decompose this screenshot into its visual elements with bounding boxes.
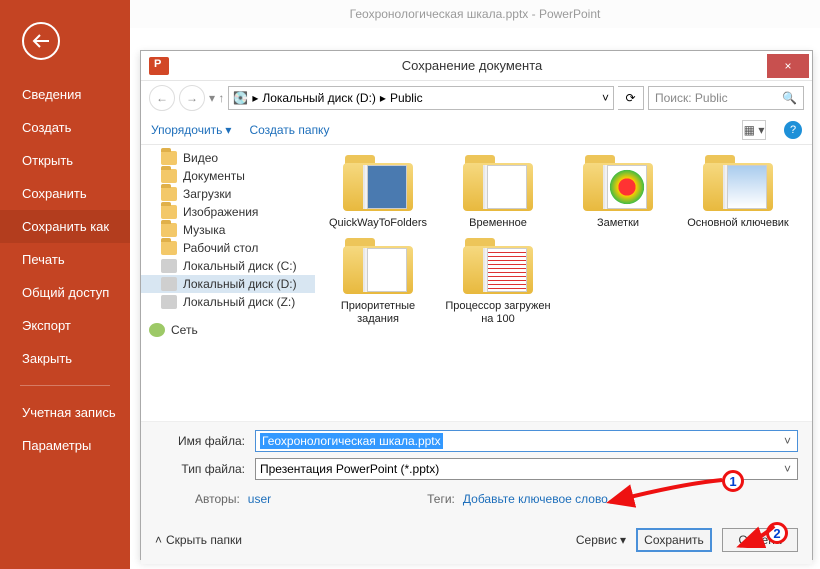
refresh-button[interactable]: ⟳ <box>618 86 644 110</box>
nav-back-button[interactable]: ← <box>149 85 175 111</box>
dialog-footer: ˄ Скрыть папки Сервис▾ Сохранить Отмена <box>141 528 812 564</box>
sidebar-item-new[interactable]: Создать <box>0 111 130 144</box>
toolbar: Упорядочить▾ Создать папку ▦ ▾ ? <box>141 115 812 145</box>
authors-label: Авторы: <box>195 492 240 506</box>
tree-item[interactable]: Изображения <box>141 203 315 221</box>
close-button[interactable]: × <box>767 54 809 78</box>
chevron-down-icon[interactable]: ˅ <box>784 462 791 476</box>
sidebar-item-save[interactable]: Сохранить <box>0 177 130 210</box>
sidebar-item-options[interactable]: Параметры <box>0 429 130 462</box>
view-menu[interactable]: ▦ ▾ <box>742 120 766 140</box>
folder-item[interactable]: Временное <box>445 155 551 230</box>
tags-label: Теги: <box>427 492 455 506</box>
authors-value[interactable]: user <box>248 492 271 506</box>
window-title: Геохронологическая шкала.pptx - PowerPoi… <box>130 0 820 28</box>
filename-input[interactable]: Геохронологическая шкала.pptx ˅ <box>255 430 798 452</box>
dialog-title: Сохранение документа <box>177 58 767 73</box>
help-button[interactable]: ? <box>784 121 802 139</box>
sidebar-item-account[interactable]: Учетная запись <box>0 396 130 429</box>
folder-item[interactable]: Процессор загружен на 100 <box>445 238 551 326</box>
filename-label: Имя файла: <box>155 434 255 448</box>
path-drive[interactable]: Локальный диск (D:) <box>262 91 376 105</box>
save-button[interactable]: Сохранить <box>636 528 712 552</box>
search-input[interactable]: Поиск: Public 🔍 <box>648 86 804 110</box>
back-button[interactable] <box>22 22 60 60</box>
tree-item[interactable]: Видео <box>141 149 315 167</box>
annotation-circle-1: 1 <box>722 470 744 492</box>
folder-item[interactable]: QuickWayToFolders <box>325 155 431 230</box>
path-folder[interactable]: Public <box>390 91 423 105</box>
hide-folders-button[interactable]: ˄ Скрыть папки <box>155 533 242 547</box>
sidebar-item-info[interactable]: Сведения <box>0 78 130 111</box>
tree-item[interactable]: Рабочий стол <box>141 239 315 257</box>
tree-item-network[interactable]: Сеть <box>141 321 315 339</box>
nav-up-button[interactable]: ▾ ↑ <box>209 91 224 105</box>
sidebar-item-close[interactable]: Закрыть <box>0 342 130 375</box>
tags-value[interactable]: Добавьте ключевое слово <box>463 492 608 506</box>
sidebar-item-share[interactable]: Общий доступ <box>0 276 130 309</box>
organize-menu[interactable]: Упорядочить▾ <box>151 123 231 137</box>
new-folder-button[interactable]: Создать папку <box>249 123 329 137</box>
powerpoint-icon <box>149 57 169 75</box>
tree-item[interactable]: Документы <box>141 167 315 185</box>
tree-item[interactable]: Музыка <box>141 221 315 239</box>
tools-menu[interactable]: Сервис▾ <box>576 533 626 547</box>
navbar: ← → ▾ ↑ 💽 ▸ Локальный диск (D:) ▸ Public… <box>141 81 812 115</box>
folder-item[interactable]: Основной ключевик <box>685 155 791 230</box>
tree-item[interactable]: Загрузки <box>141 185 315 203</box>
save-dialog: Сохранение документа × ← → ▾ ↑ 💽 ▸ Локал… <box>140 50 813 560</box>
divider <box>20 385 110 386</box>
sidebar-item-export[interactable]: Экспорт <box>0 309 130 342</box>
file-list[interactable]: QuickWayToFolders Временное Заметки Осно… <box>315 145 812 421</box>
tree-item-drive[interactable]: Локальный диск (C:) <box>141 257 315 275</box>
main-area: Видео Документы Загрузки Изображения Муз… <box>141 145 812 421</box>
folder-item[interactable]: Заметки <box>565 155 671 230</box>
chevron-up-icon: ˄ <box>155 533 162 547</box>
tree-item-drive[interactable]: Локальный диск (D:) <box>141 275 315 293</box>
folder-item[interactable]: Приоритетные задания <box>325 238 431 326</box>
path-dropdown[interactable]: ˅ <box>602 91 609 105</box>
path-bar[interactable]: 💽 ▸ Локальный диск (D:) ▸ Public ˅ <box>228 86 614 110</box>
chevron-down-icon[interactable]: ˅ <box>784 434 791 448</box>
dialog-titlebar: Сохранение документа × <box>141 51 812 81</box>
sidebar-item-saveas[interactable]: Сохранить как <box>0 210 130 243</box>
annotation-circle-2: 2 <box>766 522 788 544</box>
nav-forward-button[interactable]: → <box>179 85 205 111</box>
filetype-select[interactable]: Презентация PowerPoint (*.pptx) ˅ <box>255 458 798 480</box>
drive-icon: 💽 <box>233 91 248 105</box>
nav-tree[interactable]: Видео Документы Загрузки Изображения Муз… <box>141 145 315 421</box>
backstage-sidebar: Сведения Создать Открыть Сохранить Сохра… <box>0 0 130 569</box>
tree-item-drive[interactable]: Локальный диск (Z:) <box>141 293 315 311</box>
filetype-label: Тип файла: <box>155 462 255 476</box>
search-icon: 🔍 <box>782 91 797 105</box>
form-area: Имя файла: Геохронологическая шкала.pptx… <box>141 421 812 528</box>
sidebar-item-open[interactable]: Открыть <box>0 144 130 177</box>
sidebar-item-print[interactable]: Печать <box>0 243 130 276</box>
